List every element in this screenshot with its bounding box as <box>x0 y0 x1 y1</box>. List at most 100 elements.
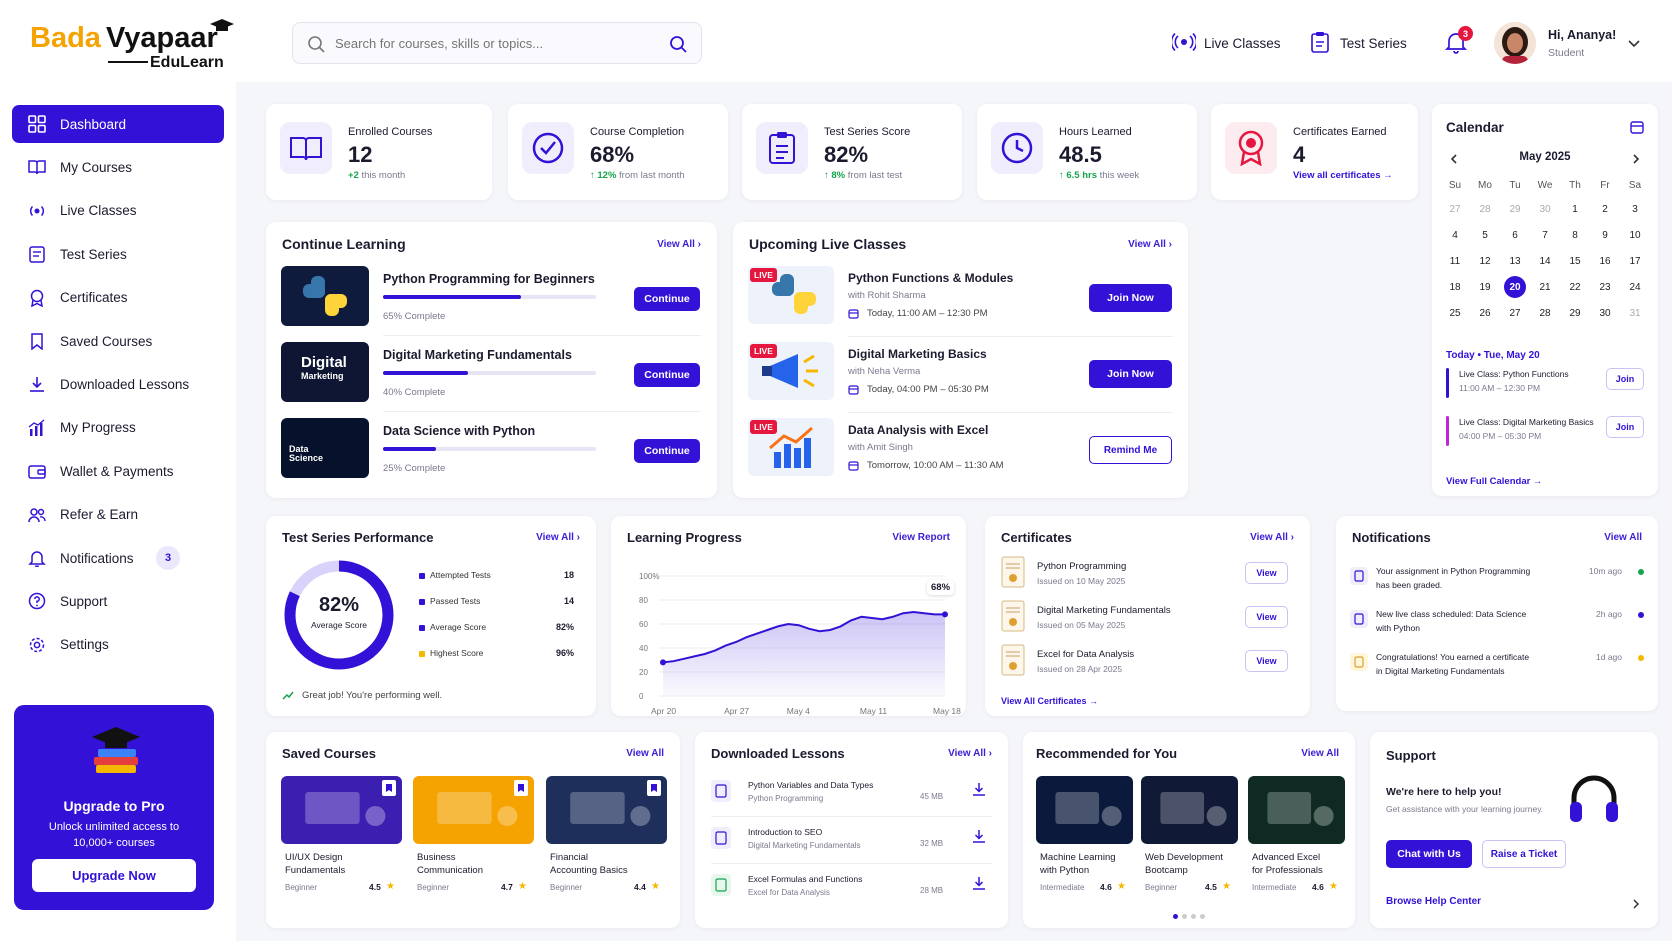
view-all-certificates-link[interactable]: View All Certificates → <box>1001 696 1098 706</box>
remind-me-button[interactable]: Remind Me <box>1089 436 1172 464</box>
continue-button[interactable]: Continue <box>634 439 700 463</box>
calendar-day[interactable]: 9 <box>1590 222 1620 248</box>
course-thumbnail[interactable]: Data Science <box>281 418 369 478</box>
calendar-day[interactable]: 27 <box>1440 196 1470 222</box>
recommended-course-title-1[interactable]: Machine Learning <box>1040 852 1116 863</box>
notifications-view-all-link[interactable]: View All <box>1604 532 1642 543</box>
calendar-day[interactable]: 3 <box>1620 196 1650 222</box>
calendar-day[interactable]: 17 <box>1620 248 1650 274</box>
live-class-title[interactable]: Digital Marketing Basics <box>848 347 987 361</box>
calendar-day[interactable]: 30 <box>1590 300 1620 326</box>
event-title[interactable]: Live Class: Python Functions <box>1459 369 1607 379</box>
event-join-button[interactable]: Join <box>1606 368 1644 390</box>
bookmark-icon[interactable] <box>647 780 661 796</box>
calendar-day[interactable]: 27 <box>1500 300 1530 326</box>
certificate-view-button[interactable]: View <box>1245 650 1288 672</box>
test-view-all-link[interactable]: View All › <box>536 532 580 543</box>
stat-card-hours-learned[interactable]: Hours Learned 48.5 ↑ 6.5 hrs this week <box>977 104 1197 200</box>
download-icon[interactable] <box>972 782 986 799</box>
header-test-series-link[interactable]: Test Series <box>1310 31 1407 56</box>
calendar-day[interactable]: 19 <box>1470 274 1500 300</box>
calendar-day-selected[interactable]: 20 <box>1504 276 1526 298</box>
recommended-course-title-1[interactable]: Web Development <box>1145 852 1223 863</box>
upgrade-now-button[interactable]: Upgrade Now <box>32 859 196 892</box>
calendar-day[interactable]: 31 <box>1620 300 1650 326</box>
stat-card-test-series-score[interactable]: Test Series Score 82% ↑ 8% from last test <box>742 104 962 200</box>
next-month-icon[interactable] <box>1632 152 1640 167</box>
sidebar-item-certificates[interactable]: Certificates <box>12 279 224 317</box>
join-now-button[interactable]: Join Now <box>1089 360 1172 388</box>
certificate-view-button[interactable]: View <box>1245 606 1288 628</box>
calendar-day[interactable]: 20 <box>1500 274 1530 300</box>
sidebar-item-live-classes[interactable]: Live Classes <box>12 192 224 230</box>
calendar-day[interactable]: 26 <box>1470 300 1500 326</box>
course-title[interactable]: Python Programming for Beginners <box>383 272 595 286</box>
view-full-calendar-link[interactable]: View Full Calendar → <box>1446 476 1542 487</box>
calendar-day[interactable]: 13 <box>1500 248 1530 274</box>
header-live-classes-link[interactable]: Live Classes <box>1170 32 1281 54</box>
calendar-day[interactable]: 24 <box>1620 274 1650 300</box>
chevron-right-icon[interactable] <box>1633 897 1640 912</box>
event-join-button[interactable]: Join <box>1606 416 1644 438</box>
calendar-day[interactable]: 15 <box>1560 248 1590 274</box>
browse-help-center-link[interactable]: Browse Help Center <box>1386 896 1481 907</box>
search-input[interactable] <box>335 33 645 53</box>
recommended-course-title-2[interactable]: Bootcamp <box>1145 865 1188 876</box>
saved-course-title-1[interactable]: Business <box>417 852 456 863</box>
sidebar-item-refer-earn[interactable]: Refer & Earn <box>12 496 224 534</box>
carousel-dot-active[interactable] <box>1173 914 1178 919</box>
carousel-dot[interactable] <box>1200 914 1205 919</box>
stat-card-enrolled-courses[interactable]: Enrolled Courses 12 +2 this month <box>266 104 492 200</box>
recommended-thumbnail[interactable] <box>1036 776 1133 844</box>
calendar-day[interactable]: 11 <box>1440 248 1470 274</box>
calendar-day[interactable]: 7 <box>1530 222 1560 248</box>
raise-ticket-button[interactable]: Raise a Ticket <box>1482 840 1566 868</box>
sidebar-item-test-series[interactable]: Test Series <box>12 235 224 273</box>
join-now-button[interactable]: Join Now <box>1089 284 1172 312</box>
calendar-day[interactable]: 30 <box>1530 196 1560 222</box>
downloads-view-all-link[interactable]: View All › <box>948 748 992 759</box>
certificate-view-button[interactable]: View <box>1245 562 1288 584</box>
download-icon[interactable] <box>972 876 986 893</box>
stat-card-course-completion[interactable]: Course Completion 68% ↑ 12% from last mont… <box>508 104 728 200</box>
calendar-day[interactable]: 28 <box>1530 300 1560 326</box>
course-title[interactable]: Digital Marketing Fundamentals <box>383 348 572 362</box>
view-report-link[interactable]: View Report <box>892 532 950 543</box>
calendar-icon[interactable] <box>1630 120 1644 137</box>
lesson-title[interactable]: Excel Formulas and Functions <box>748 874 862 884</box>
calendar-day[interactable]: 29 <box>1500 196 1530 222</box>
calendar-day[interactable]: 8 <box>1560 222 1590 248</box>
sidebar-item-saved-courses[interactable]: Saved Courses <box>12 322 224 360</box>
view-all-certificates-stat-link[interactable]: View all certificates → <box>1293 170 1393 181</box>
recommended-thumbnail[interactable] <box>1248 776 1345 844</box>
saved-view-all-link[interactable]: View All <box>626 748 664 759</box>
sidebar-item-dashboard[interactable]: Dashboard <box>12 105 224 143</box>
lesson-title[interactable]: Python Variables and Data Types <box>748 780 873 790</box>
user-menu[interactable]: Hi, Ananya! Student <box>1548 28 1648 64</box>
sidebar-item-downloaded-lessons[interactable]: Downloaded Lessons <box>12 365 224 403</box>
recommended-course-title-2[interactable]: with Python <box>1040 865 1089 876</box>
calendar-day[interactable]: 23 <box>1590 274 1620 300</box>
live-view-all-link[interactable]: View All › <box>1128 239 1172 250</box>
sidebar-item-settings[interactable]: Settings <box>12 626 224 664</box>
carousel-dots[interactable] <box>1173 914 1205 919</box>
certificates-view-all-link[interactable]: View All › <box>1250 532 1294 543</box>
calendar-day[interactable]: 1 <box>1560 196 1590 222</box>
continue-button[interactable]: Continue <box>634 363 700 387</box>
saved-course-title-1[interactable]: Financial <box>550 852 588 863</box>
calendar-day[interactable]: 18 <box>1440 274 1470 300</box>
saved-course-title-2[interactable]: Fundamentals <box>285 865 345 876</box>
calendar-day[interactable]: 10 <box>1620 222 1650 248</box>
calendar-day[interactable]: 12 <box>1470 248 1500 274</box>
calendar-day[interactable]: 21 <box>1530 274 1560 300</box>
stat-card-certificates-earned[interactable]: Certificates Earned 4 View all certificate… <box>1211 104 1418 200</box>
calendar-day[interactable]: 16 <box>1590 248 1620 274</box>
calendar-day[interactable]: 25 <box>1440 300 1470 326</box>
recommended-course-title-2[interactable]: for Professionals <box>1252 865 1323 876</box>
calendar-day[interactable]: 22 <box>1560 274 1590 300</box>
lesson-title[interactable]: Introduction to SEO <box>748 827 822 837</box>
brand-logo[interactable]: Bada Vyapaar EduLearn <box>30 18 240 71</box>
sidebar-item-my-progress[interactable]: My Progress <box>12 409 224 447</box>
sidebar-item-notifications[interactable]: Notifications 3 <box>12 539 224 577</box>
saved-course-title-2[interactable]: Accounting Basics <box>550 865 628 876</box>
